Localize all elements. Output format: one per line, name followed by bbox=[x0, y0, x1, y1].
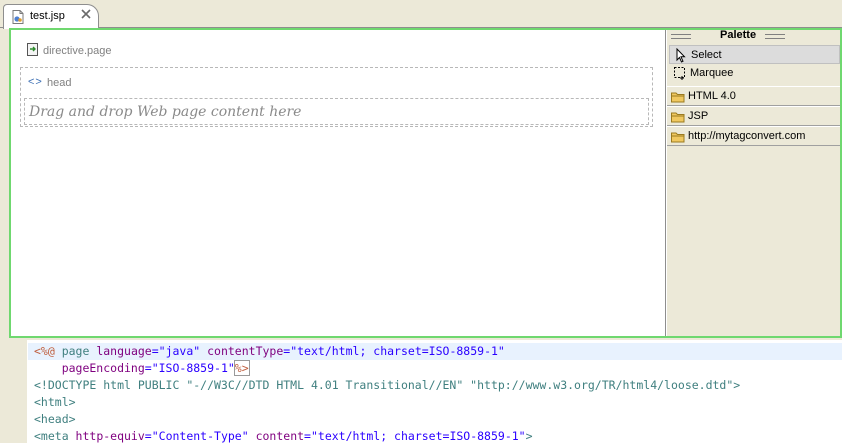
drawer-label: HTML 4.0 bbox=[688, 90, 736, 102]
editor-ruler bbox=[9, 340, 27, 443]
attribute-name: contentType bbox=[200, 344, 284, 358]
source-line[interactable]: pageEncoding="ISO-8859-1"%> bbox=[34, 360, 250, 377]
drawer-label: http://mytagconvert.com bbox=[688, 130, 806, 142]
attribute-value: ="ISO-8859-1" bbox=[144, 361, 235, 375]
source-line[interactable]: <!DOCTYPE html PUBLIC "-//W3C//DTD HTML … bbox=[34, 377, 740, 394]
head-element-box[interactable]: <> head Drag and drop Web page content h… bbox=[20, 67, 653, 127]
grip-icon bbox=[765, 34, 785, 39]
tag-name: <meta bbox=[34, 429, 69, 443]
source-line[interactable]: <head> bbox=[34, 411, 76, 428]
tab-test-jsp[interactable]: test.jsp bbox=[3, 4, 99, 29]
directive-label: directive.page bbox=[43, 45, 112, 57]
attribute-value: ="java" bbox=[151, 344, 201, 358]
palette-tool-select[interactable]: Select bbox=[669, 45, 840, 64]
tool-label: Select bbox=[691, 49, 722, 61]
attribute-value: ="text/html; charset=ISO-8859-1" bbox=[304, 429, 526, 443]
tab-label: test.jsp bbox=[30, 10, 65, 22]
palette-tool-marquee[interactable]: Marquee bbox=[669, 64, 840, 83]
design-pane: directive.page <> head Drag and drop Web… bbox=[9, 28, 842, 338]
source-line[interactable]: <meta http-equiv="Content-Type" content=… bbox=[34, 428, 533, 443]
folder-icon bbox=[671, 92, 685, 103]
editor-tab-strip: test.jsp bbox=[0, 0, 842, 29]
directive-icon bbox=[27, 43, 38, 56]
jsp-delimiter: <%@ bbox=[34, 344, 55, 358]
tag-end: > bbox=[525, 429, 533, 443]
palette-title: Palette bbox=[720, 29, 757, 41]
directive-keyword: page bbox=[54, 344, 97, 358]
tag-icon: <> bbox=[28, 76, 43, 88]
attribute-value: ="text/html; charset=ISO-8859-1" bbox=[283, 344, 505, 358]
source-line[interactable]: <%@ page language="java" contentType="te… bbox=[28, 343, 842, 360]
arrow-pointer-icon bbox=[676, 48, 686, 63]
design-canvas[interactable]: directive.page <> head Drag and drop Web… bbox=[11, 30, 666, 336]
attribute-name: language bbox=[96, 344, 152, 358]
drawer-label: JSP bbox=[688, 110, 709, 122]
head-label: head bbox=[47, 77, 72, 89]
palette-drawer-jsp[interactable]: JSP bbox=[667, 106, 840, 126]
jsp-file-icon bbox=[12, 10, 24, 24]
marquee-icon bbox=[674, 67, 685, 80]
attribute-name: http-equiv bbox=[68, 429, 145, 443]
drop-zone[interactable]: Drag and drop Web page content here bbox=[24, 98, 649, 125]
folder-icon bbox=[671, 112, 685, 123]
palette-panel: Palette Select Marquee HTML 4.0 JSP http… bbox=[667, 29, 840, 336]
attribute-name: pageEncoding bbox=[34, 361, 145, 375]
source-editor[interactable]: <%@ page language="java" contentType="te… bbox=[9, 340, 842, 443]
folder-icon bbox=[671, 132, 685, 143]
palette-drawer-html[interactable]: HTML 4.0 bbox=[667, 86, 840, 106]
tool-label: Marquee bbox=[690, 67, 734, 79]
grip-icon bbox=[671, 34, 691, 39]
jsp-delimiter: %> bbox=[233, 360, 250, 376]
source-line[interactable]: <html> bbox=[34, 394, 76, 411]
palette-title-bar[interactable]: Palette bbox=[667, 29, 840, 43]
close-icon[interactable] bbox=[80, 8, 92, 20]
attribute-name: content bbox=[248, 429, 305, 443]
drop-placeholder-text: Drag and drop Web page content here bbox=[29, 104, 302, 120]
attribute-value: ="Content-Type" bbox=[144, 429, 249, 443]
palette-drawer-mytagconvert[interactable]: http://mytagconvert.com bbox=[667, 126, 840, 146]
